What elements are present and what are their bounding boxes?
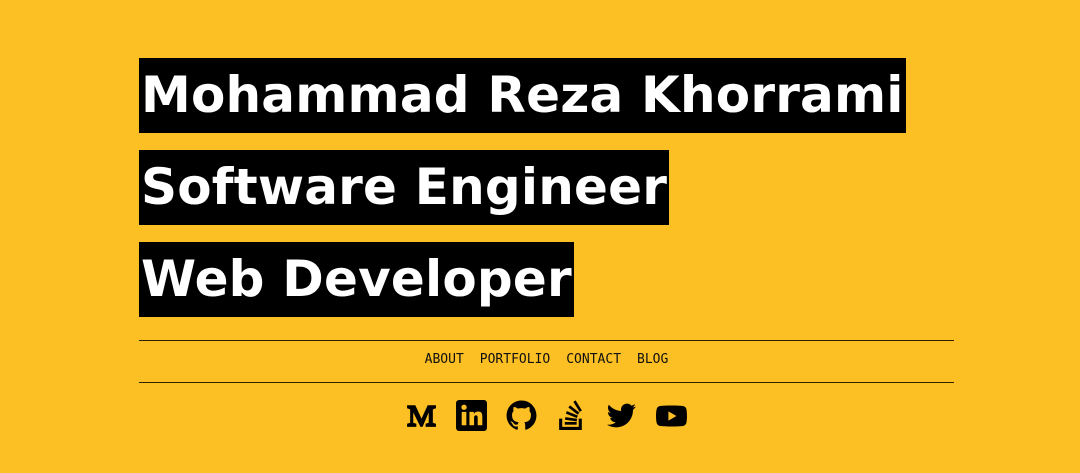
github-link[interactable] — [505, 399, 538, 432]
stackoverflow-link[interactable] — [555, 399, 588, 432]
twitter-link[interactable] — [605, 399, 638, 432]
top-divider — [139, 340, 954, 341]
hero-section: Mohammad Reza Khorrami Software Engineer… — [139, 58, 954, 431]
medium-link[interactable] — [405, 399, 438, 432]
youtube-link[interactable] — [655, 399, 688, 432]
twitter-icon — [606, 403, 636, 428]
social-links — [139, 399, 954, 432]
hero-name: Mohammad Reza Khorrami — [139, 58, 906, 133]
stackoverflow-icon — [559, 400, 582, 430]
bottom-divider — [139, 382, 954, 383]
hero-role-software-engineer: Software Engineer — [139, 150, 670, 225]
nav-about[interactable]: ABOUT — [425, 352, 464, 367]
hero-line-role-1: Software Engineer — [139, 150, 954, 225]
nav-portfolio[interactable]: PORTFOLIO — [480, 352, 550, 367]
nav-blog[interactable]: BLOG — [637, 352, 668, 367]
hero-line-name: Mohammad Reza Khorrami — [139, 58, 954, 133]
main-nav: ABOUT PORTFOLIO CONTACT BLOG — [139, 352, 954, 367]
medium-icon — [407, 405, 436, 427]
linkedin-link[interactable] — [455, 399, 488, 432]
nav-contact[interactable]: CONTACT — [566, 352, 621, 367]
github-icon — [506, 400, 537, 430]
youtube-icon — [656, 405, 687, 427]
hero-line-role-2: Web Developer — [139, 242, 954, 317]
hero-role-web-developer: Web Developer — [139, 242, 574, 317]
linkedin-icon — [456, 400, 487, 431]
